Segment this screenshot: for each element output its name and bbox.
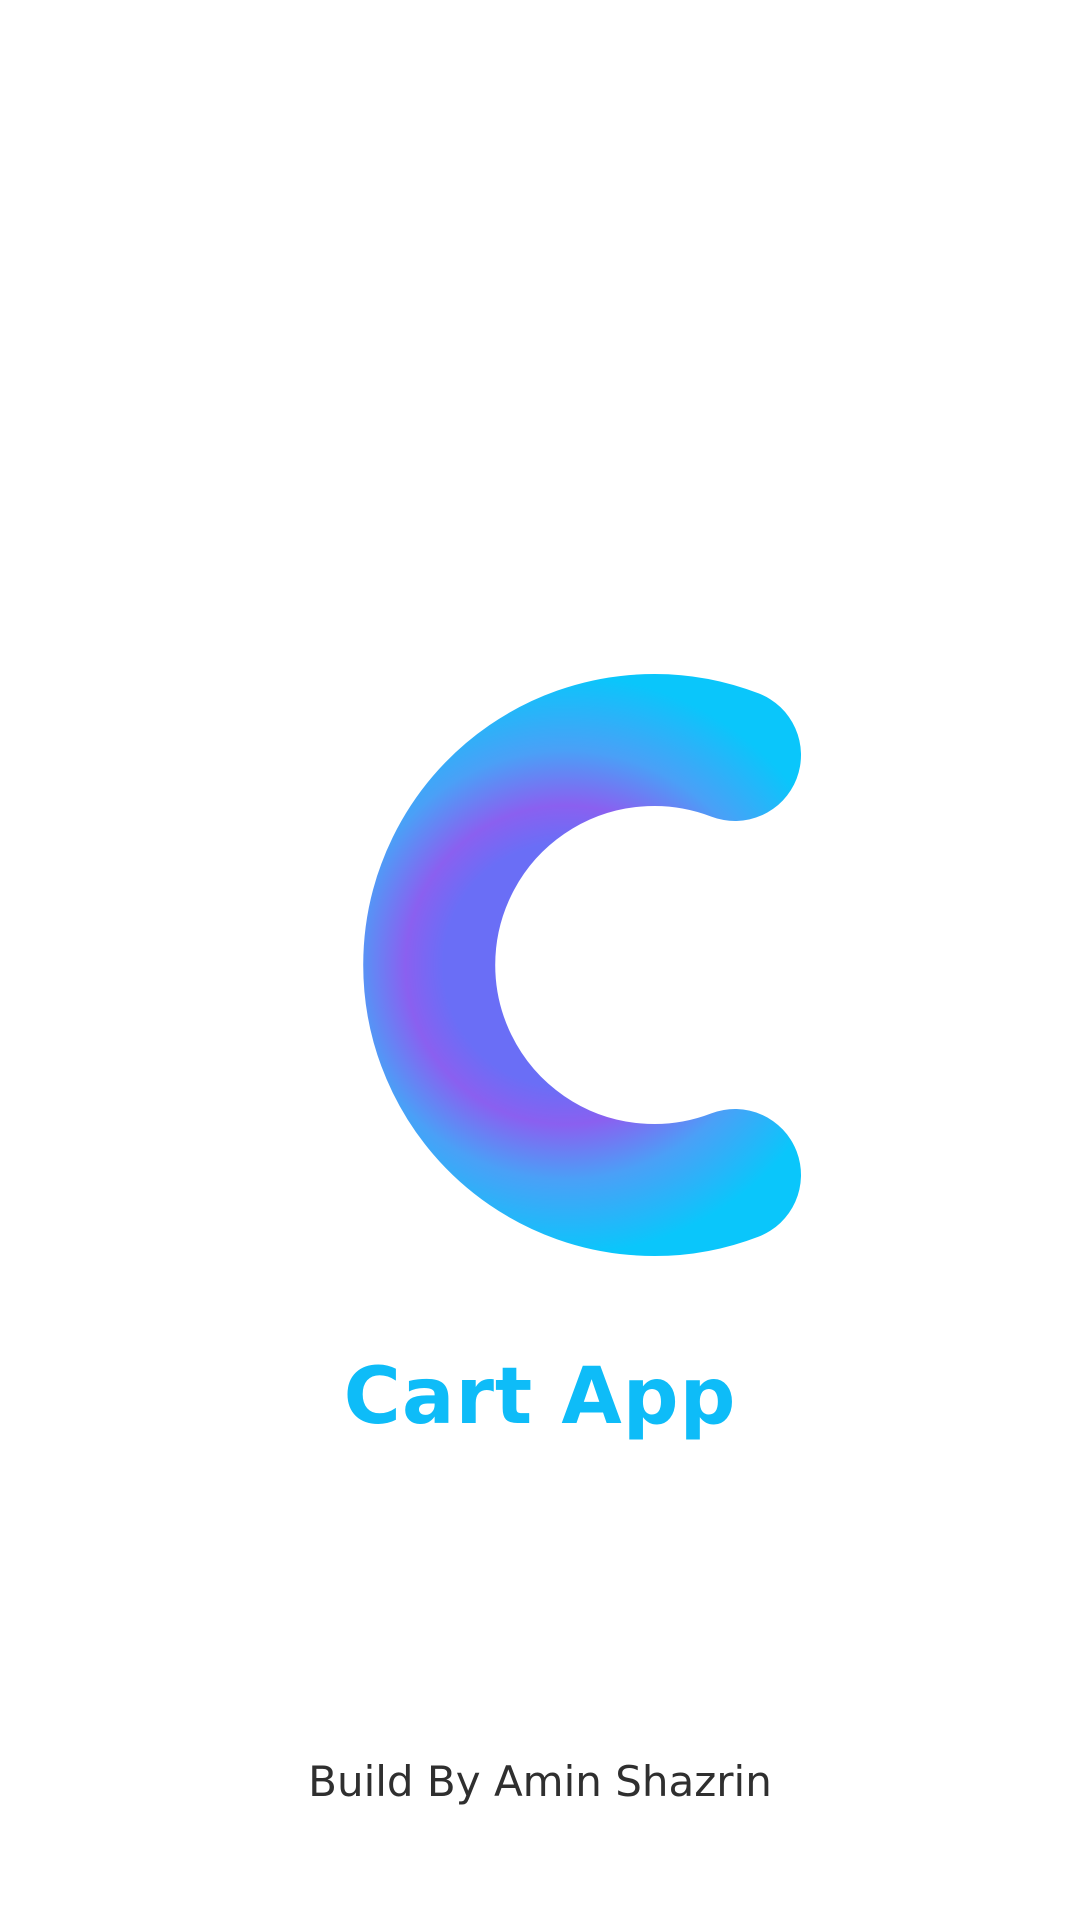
- logo-ring-shape: [363, 674, 801, 1256]
- app-title: Cart App: [343, 1352, 737, 1442]
- splash-screen: Cart App Build By Amin Shazrin: [0, 0, 1080, 1920]
- author-credit: Build By Amin Shazrin: [308, 1757, 772, 1806]
- c-ring-logo-icon: [250, 640, 850, 1290]
